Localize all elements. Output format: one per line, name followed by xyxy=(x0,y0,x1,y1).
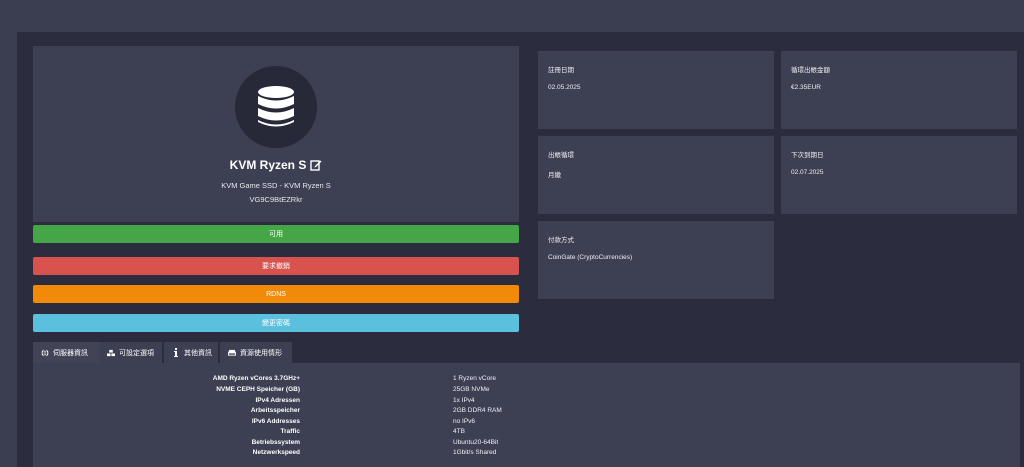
spec-label: Traffic xyxy=(280,428,300,435)
spec-label: IPv4 Adressen xyxy=(255,396,300,404)
tab-resource-usage[interactable]: 資源使用情形 xyxy=(220,342,292,363)
spec-label: AMD Ryzen vCores 3.7GHz+ xyxy=(212,375,300,382)
billing-cycle-value: 月繳 xyxy=(548,172,561,179)
tab-label: 其他資訊 xyxy=(184,349,212,357)
billing-cycle-label: 出帳循環 xyxy=(548,152,574,159)
product-subtitle: KVM Game SSD - KVM Ryzen S xyxy=(221,181,331,190)
server-info-panel: AMD Ryzen vCores 3.7GHz+ 1 Ryzen vCore N… xyxy=(33,363,1020,467)
payment-method-label: 付款方式 xyxy=(548,237,574,244)
status-button[interactable]: 可用 xyxy=(33,225,519,243)
next-due-date-value: 02.07.2025 xyxy=(791,169,824,176)
recurring-amount-label: 循環出帳金額 xyxy=(791,67,830,74)
register-date-box: 註冊日期 02.05.2025 xyxy=(538,51,774,129)
spec-row: Netzwerkspeed 1Gbit/s Shared xyxy=(33,449,1020,460)
tab-label: 伺服器資訊 xyxy=(53,349,88,357)
rdns-button[interactable]: RDNS xyxy=(33,285,519,303)
spec-row: IPv4 Adressen 1x IPv4 xyxy=(33,397,1020,408)
cubes-icon xyxy=(107,349,115,357)
spec-row: Arbeitsspeicher 2GB DDR4 RAM xyxy=(33,407,1020,418)
register-date-label: 註冊日期 xyxy=(548,67,574,74)
spec-row: IPv6 Addresses no IPv6 xyxy=(33,418,1020,429)
database-icon xyxy=(258,86,294,127)
product-service-id: VG9C9BtEZRkr xyxy=(249,195,303,204)
tab-configurable-options[interactable]: 可設定選項 xyxy=(99,342,162,363)
spec-value: no IPv6 xyxy=(453,417,476,425)
spec-label: NVME CEPH Speicher (GB) xyxy=(216,386,300,393)
spec-value: 2GB DDR4 RAM xyxy=(453,407,502,414)
tab-label: 資源使用情形 xyxy=(240,349,282,357)
recurring-amount-value: €2.35EUR xyxy=(791,84,821,91)
product-title-row: KVM Ryzen S xyxy=(33,158,519,172)
edit-icon[interactable] xyxy=(310,159,322,171)
product-title: KVM Ryzen S xyxy=(229,158,307,172)
recurring-amount-box: 循環出帳金額 €2.35EUR xyxy=(781,51,1017,129)
hdd-icon xyxy=(228,349,236,357)
info-icon xyxy=(172,348,180,357)
tab-label: 可設定選項 xyxy=(119,349,154,357)
globe-icon xyxy=(41,348,49,357)
product-icon-circle xyxy=(235,66,317,148)
payment-method-value: CoinGate (CryptoCurrencies) xyxy=(548,254,633,261)
spec-label: IPv6 Addresses xyxy=(251,417,300,425)
spec-label: Arbeitsspeicher xyxy=(250,407,300,414)
spec-row: Traffic 4TB xyxy=(33,428,1020,439)
request-cancellation-button[interactable]: 要求撤銷 xyxy=(33,257,519,275)
tab-other-info[interactable]: 其他資訊 xyxy=(164,342,218,363)
payment-method-box: 付款方式 CoinGate (CryptoCurrencies) xyxy=(538,221,774,299)
spec-value: 4TB xyxy=(453,428,465,435)
spec-value: Ubuntu20-64Bit xyxy=(453,438,499,446)
change-password-button[interactable]: 變更密碼 xyxy=(33,314,519,332)
spec-row: NVME CEPH Speicher (GB) 25GB NVMe xyxy=(33,386,1020,397)
spec-label: Betriebssystem xyxy=(251,438,300,446)
tab-server-info[interactable]: 伺服器資訊 xyxy=(33,342,99,363)
spec-value: 1Gbit/s Shared xyxy=(453,449,497,456)
spec-value: 1 Ryzen vCore xyxy=(453,375,496,382)
spec-value: 1x IPv4 xyxy=(453,396,475,404)
next-due-date-label: 下次到期日 xyxy=(791,152,824,159)
spec-label: Netzwerkspeed xyxy=(252,449,300,456)
spec-row: AMD Ryzen vCores 3.7GHz+ 1 Ryzen vCore xyxy=(33,375,1020,386)
spec-row: Betriebssystem Ubuntu20-64Bit xyxy=(33,439,1020,450)
register-date-value: 02.05.2025 xyxy=(548,84,581,91)
spec-value: 25GB NVMe xyxy=(453,386,490,393)
next-due-date-box: 下次到期日 02.07.2025 xyxy=(781,136,1017,214)
billing-cycle-box: 出帳循環 月繳 xyxy=(538,136,774,214)
